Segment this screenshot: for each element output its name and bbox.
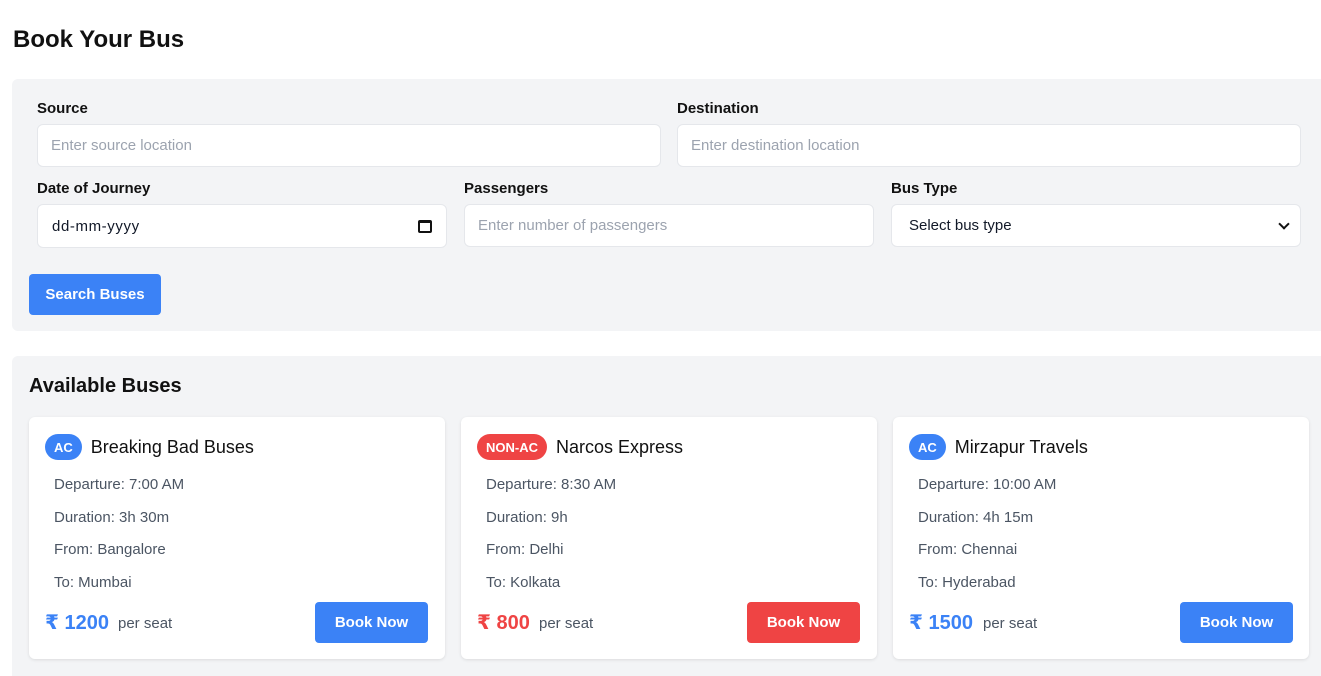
book-now-button[interactable]: Book Now [315,602,428,643]
bus-from: From: Delhi [486,541,564,558]
price-unit: per seat [118,615,173,632]
source-input[interactable] [37,124,661,167]
bus-to: To: Hyderabad [918,574,1016,591]
bus-from: From: Chennai [918,541,1018,558]
bus-type-value: Select bus type [909,217,1012,234]
bus-card: NON-AC Narcos Express Departure: 8:30 AM… [461,417,877,659]
bus-from: From: Bangalore [54,541,166,558]
date-input[interactable]: dd-mm-yyyy [37,204,447,248]
bus-duration: Duration: 9h [486,509,568,526]
available-buses-section: Available Buses AC Breaking Bad Buses De… [12,356,1321,676]
bus-to: To: Mumbai [54,574,132,591]
date-value: dd-mm-yyyy [52,217,140,235]
bus-type-badge: AC [909,434,946,460]
book-now-button[interactable]: Book Now [747,602,860,643]
bus-type-label: Bus Type [891,180,958,197]
destination-input[interactable] [677,124,1301,167]
bus-price: ₹ 1500 [909,612,973,634]
price-unit: per seat [539,615,594,632]
search-form: Source Destination Date of Journey dd-mm… [12,79,1321,331]
calendar-icon[interactable] [418,219,432,233]
bus-duration: Duration: 4h 15m [918,509,1034,526]
date-label: Date of Journey [37,180,151,197]
bus-card: AC Breaking Bad Buses Departure: 7:00 AM… [29,417,445,659]
chevron-down-icon [1278,217,1290,230]
bus-name: Mirzapur Travels [954,436,1088,457]
price-unit: per seat [983,615,1038,632]
search-buses-button[interactable]: Search Buses [29,274,161,315]
source-label: Source [37,100,88,117]
book-now-button[interactable]: Book Now [1180,602,1293,643]
bus-duration: Duration: 3h 30m [54,509,170,526]
page-title: Book Your Bus [13,26,185,53]
passengers-label: Passengers [464,180,549,197]
bus-type-badge: NON-AC [477,434,547,460]
bus-card-header: NON-AC Narcos Express [477,434,683,460]
bus-card-header: AC Breaking Bad Buses [45,434,254,460]
bus-card: AC Mirzapur Travels Departure: 10:00 AM … [893,417,1309,659]
bus-departure: Departure: 7:00 AM [54,476,185,493]
bus-departure: Departure: 10:00 AM [918,476,1057,493]
bus-name: Breaking Bad Buses [90,436,254,457]
results-title: Available Buses [29,375,182,397]
bus-type-badge: AC [45,434,82,460]
bus-to: To: Kolkata [486,574,561,591]
bus-type-select[interactable]: Select bus type [891,204,1301,247]
bus-card-header: AC Mirzapur Travels [909,434,1088,460]
bus-price: ₹ 800 [477,612,530,634]
passengers-input[interactable] [464,204,874,247]
bus-name: Narcos Express [556,436,684,457]
bus-price: ₹ 1200 [45,612,109,634]
destination-label: Destination [677,100,759,117]
bus-departure: Departure: 8:30 AM [486,476,617,493]
